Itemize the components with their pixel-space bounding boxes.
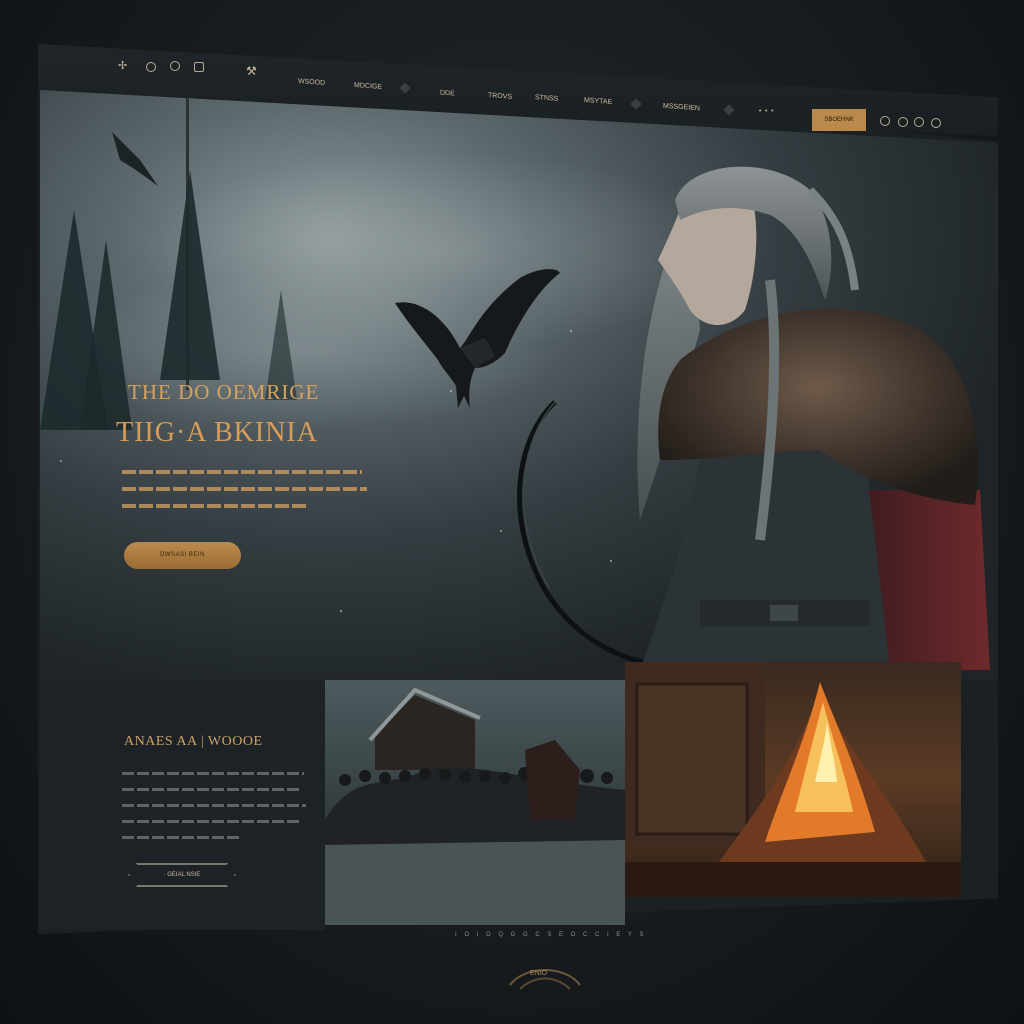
text-line <box>122 820 300 823</box>
pine-tree <box>160 170 220 380</box>
gallery-image-army[interactable] <box>325 680 625 925</box>
search-icon[interactable] <box>880 116 890 126</box>
compass-icon[interactable]: ✢ <box>118 60 130 72</box>
user-icon[interactable] <box>898 117 908 127</box>
hero-title-line-2: TIIG·A BKINIA <box>116 417 318 448</box>
ring-icon[interactable] <box>170 61 180 71</box>
text-line <box>122 470 362 474</box>
settings-icon[interactable] <box>931 118 941 128</box>
ring-icon[interactable] <box>146 62 156 72</box>
fire-scene <box>625 662 961 897</box>
gallery-image-fire[interactable] <box>625 662 961 897</box>
nav-cta-button[interactable]: SBOEHNK <box>812 109 866 131</box>
warrior-figure <box>637 166 990 670</box>
snowflake <box>570 330 572 332</box>
pine-tree <box>80 240 132 430</box>
hero-cta-button[interactable]: DWSASI BEIN <box>124 542 241 569</box>
hero-title-line-1: THE DO OEMRIGE <box>128 380 320 404</box>
text-line <box>122 772 304 775</box>
snowflake <box>60 460 62 462</box>
stage: ✢ ⚒ WSOOD MDCIGE DDE TROVS STNSS MSYTAE … <box>0 0 1024 1024</box>
emblem-label: ENIO <box>530 970 548 977</box>
text-line <box>122 788 302 791</box>
section-outline-button[interactable]: · GEIAL NSIE <box>128 863 236 887</box>
axe-icon[interactable]: ⚒ <box>246 64 257 78</box>
text-line <box>122 487 367 491</box>
snowflake <box>450 390 452 392</box>
snowflake <box>610 560 612 562</box>
ring-icon[interactable] <box>194 62 204 72</box>
section-paragraph <box>122 772 306 852</box>
pagination[interactable]: I O I O Q G G C S E O C C I E Y S <box>455 932 646 938</box>
army-scene <box>325 687 625 925</box>
raven-small-icon <box>112 132 158 186</box>
section-title: ANAES AA | WOOOE <box>124 734 263 749</box>
snowflake <box>340 610 342 612</box>
text-line <box>122 504 307 508</box>
hero-paragraph <box>122 470 367 521</box>
more-dots-icon[interactable]: ••• <box>758 107 776 115</box>
snowflake <box>500 530 502 532</box>
nav-link-3[interactable]: DDE <box>440 89 455 97</box>
lock-icon[interactable] <box>914 117 924 127</box>
text-line <box>122 804 306 807</box>
text-line <box>122 836 242 839</box>
raven-icon <box>395 269 560 408</box>
